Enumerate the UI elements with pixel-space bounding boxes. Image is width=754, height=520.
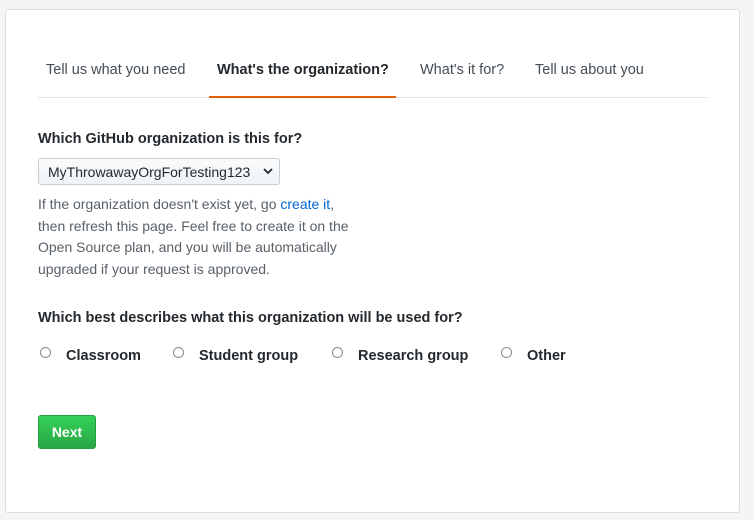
create-it-link[interactable]: create it bbox=[280, 196, 330, 212]
radio-label: Student group bbox=[199, 348, 299, 364]
form-card: Tell us what you need What's the organiz… bbox=[5, 9, 740, 513]
radio-circle[interactable] bbox=[173, 347, 184, 358]
radio-label: Classroom bbox=[66, 348, 141, 364]
help-text: upgraded if your request is approved. bbox=[38, 260, 270, 277]
organization-help-text: If the organization doesn't exist yet, g… bbox=[38, 194, 368, 280]
chevron-down-icon bbox=[263, 168, 273, 175]
radio-circle[interactable] bbox=[501, 347, 512, 358]
radio-label: Other bbox=[527, 348, 566, 364]
organization-select[interactable]: MyThrowawayOrgForTesting123 bbox=[38, 158, 280, 185]
usage-question: Which best describes what this organizat… bbox=[38, 310, 463, 326]
radio-circle[interactable] bbox=[332, 347, 343, 358]
organization-question: Which GitHub organization is this for? bbox=[38, 131, 303, 147]
help-text: If the organization doesn't exist yet, g… bbox=[38, 196, 281, 212]
help-text: Open Source plan, and you will be automa… bbox=[38, 239, 337, 255]
organization-select-value: MyThrowawayOrgForTesting123 bbox=[48, 164, 251, 180]
tab-label: What's the organization? bbox=[217, 62, 389, 78]
tab-label: Tell us what you need bbox=[46, 62, 186, 78]
step-tabs: Tell us what you need What's the organiz… bbox=[38, 50, 708, 98]
tab-tell-us-what-you-need[interactable]: Tell us what you need bbox=[38, 50, 198, 97]
radio-circle[interactable] bbox=[40, 347, 51, 358]
tab-label: Tell us about you bbox=[535, 62, 644, 78]
radio-label: Research group bbox=[358, 348, 469, 364]
tab-tell-us-about-you[interactable]: Tell us about you bbox=[527, 50, 657, 97]
help-text: then refresh this page. Feel free to cre… bbox=[38, 217, 349, 234]
help-text: , bbox=[330, 196, 335, 212]
tab-whats-it-for[interactable]: What's it for? bbox=[412, 50, 512, 97]
tab-whats-the-organization[interactable]: What's the organization? bbox=[209, 50, 396, 98]
next-button[interactable]: Next bbox=[38, 415, 96, 449]
tab-label: What's it for? bbox=[420, 62, 505, 78]
